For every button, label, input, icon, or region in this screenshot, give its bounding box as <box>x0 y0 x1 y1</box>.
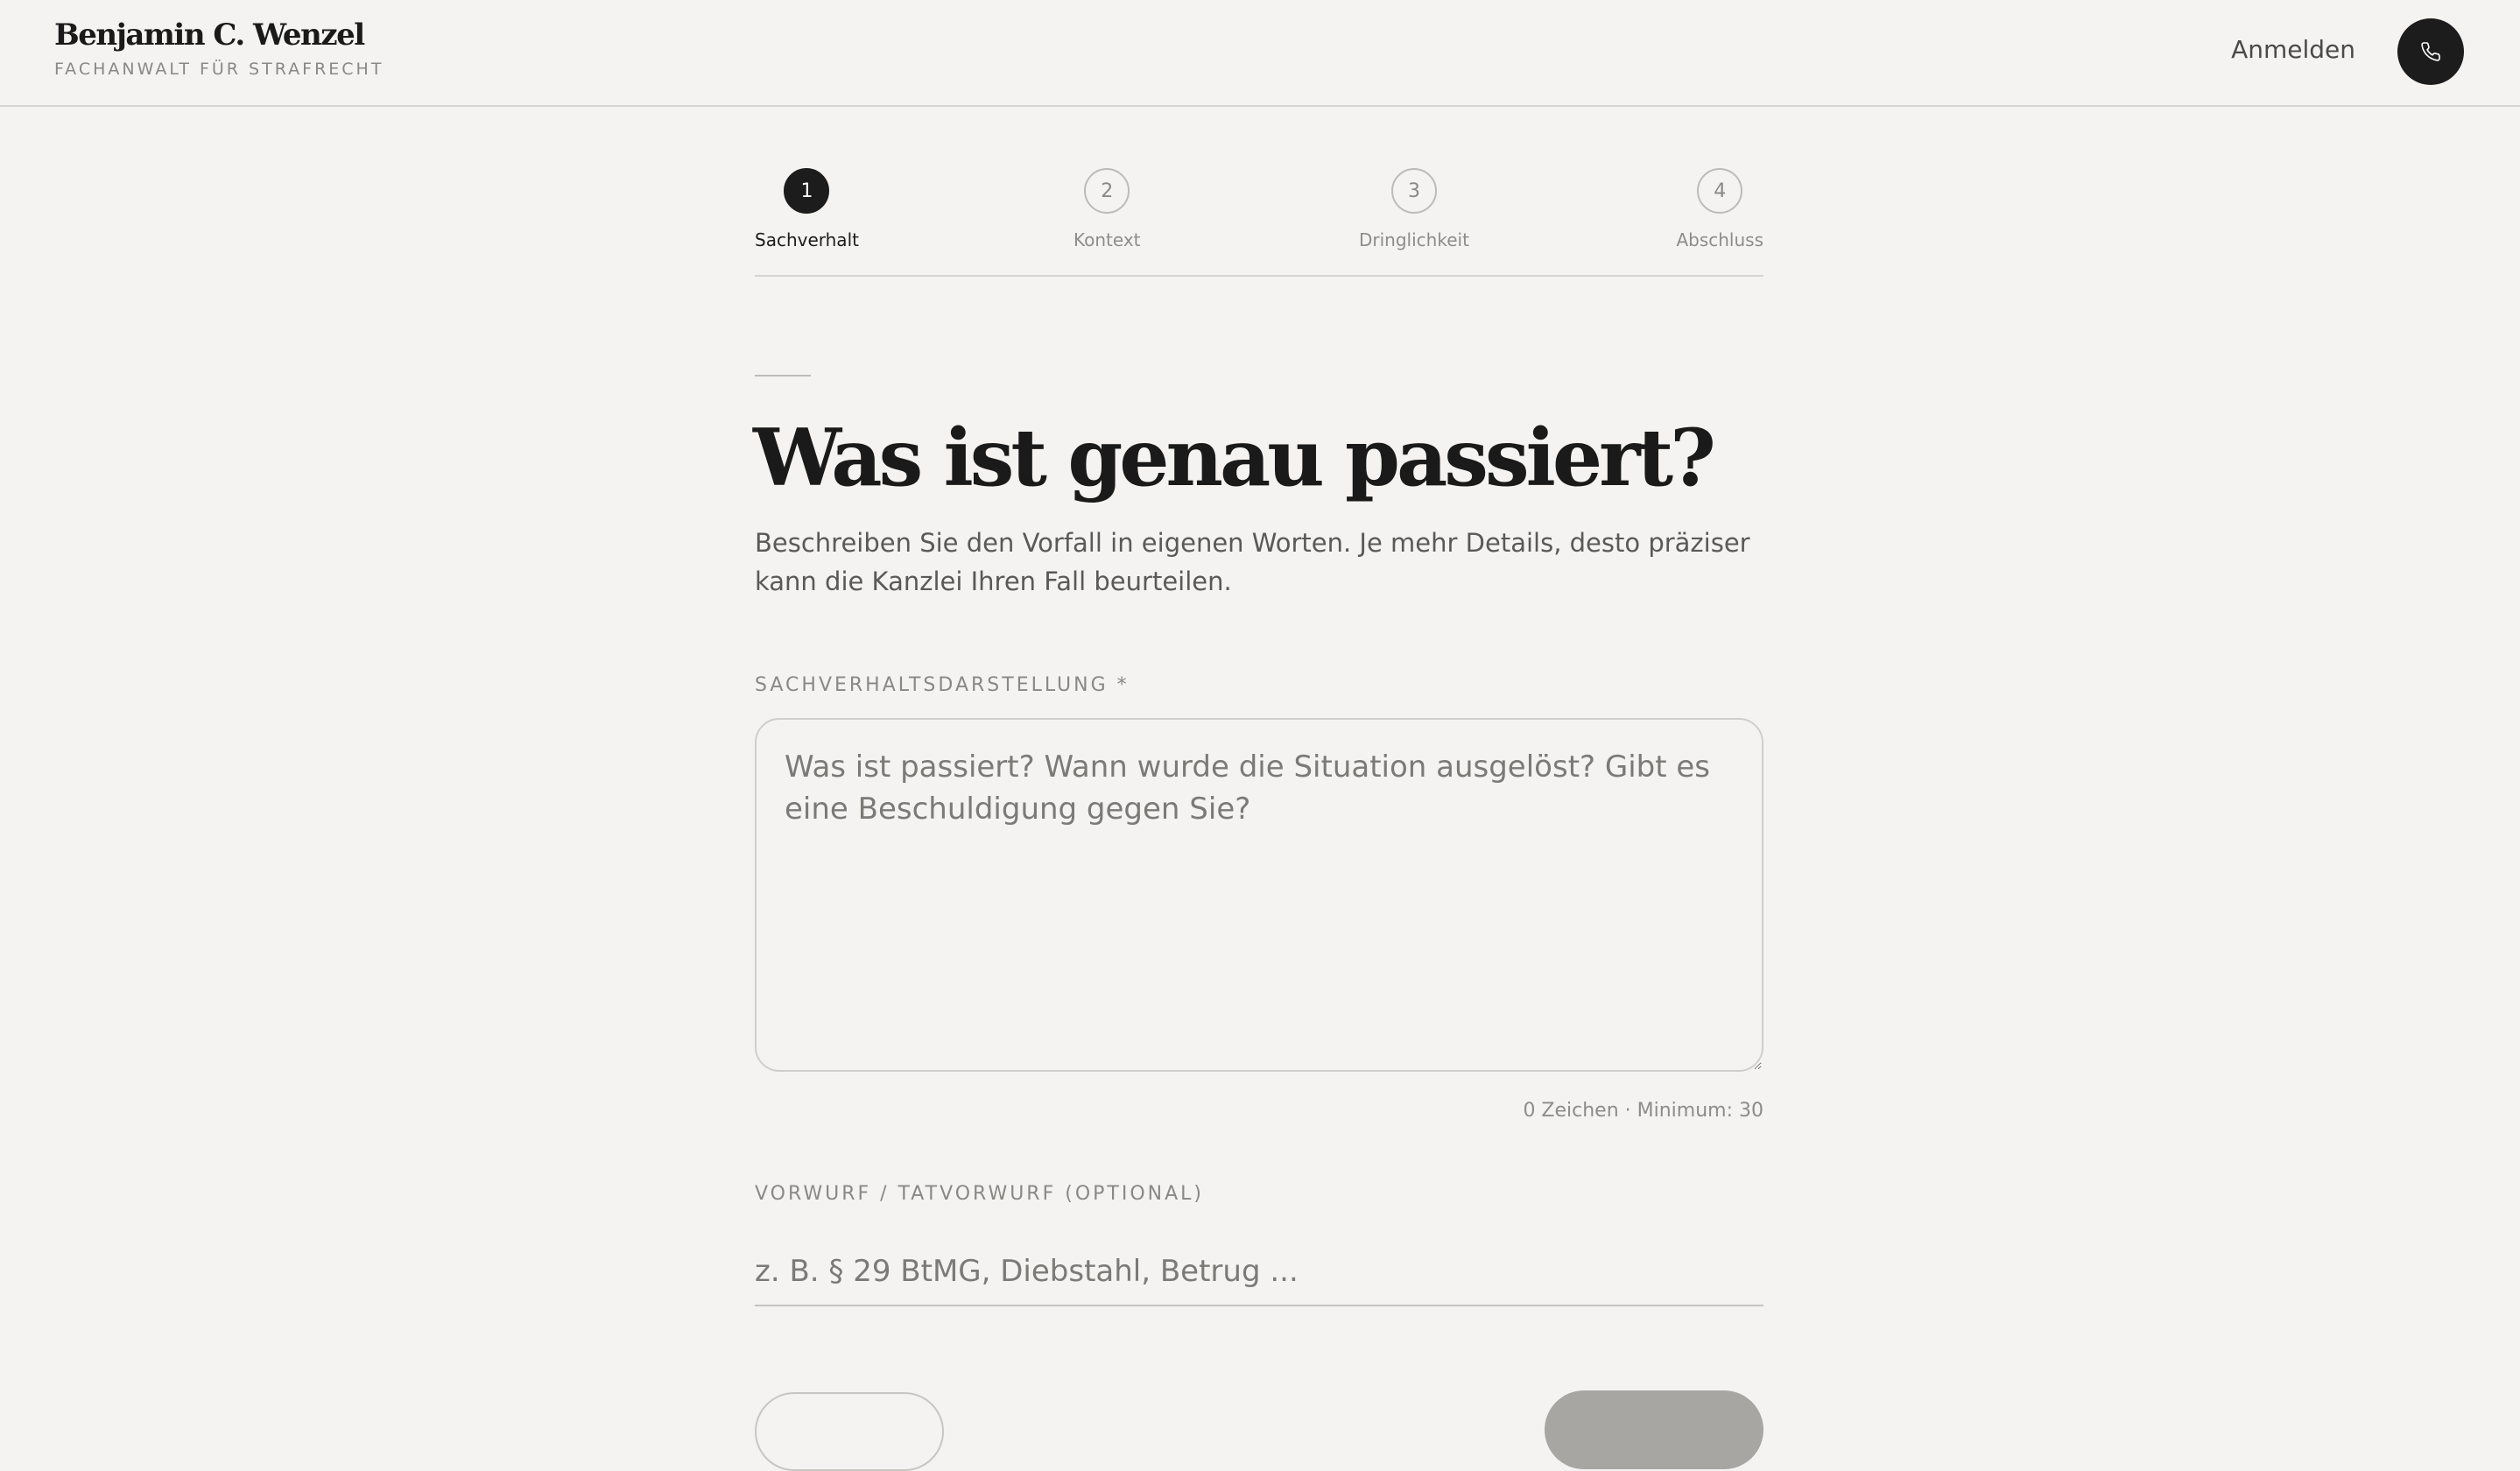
progress-stepper: 1 Sachverhalt 2 Kontext 3 Dringlichkeit … <box>755 168 1763 277</box>
step-label: Sachverhalt <box>755 229 859 250</box>
step-number: 1 <box>784 168 830 214</box>
statement-label: SACHVERHALTSDARSTELLUNG * <box>755 674 1130 696</box>
back-button[interactable] <box>755 1392 944 1471</box>
charge-input[interactable] <box>755 1238 1763 1306</box>
step-number: 4 <box>1697 168 1743 214</box>
step-dringlichkeit[interactable]: 3 Dringlichkeit <box>1359 168 1469 250</box>
statement-textarea[interactable] <box>755 718 1763 1072</box>
phone-button[interactable] <box>2397 18 2464 85</box>
step-label: Abschluss <box>1676 229 1763 250</box>
step-abschluss[interactable]: 4 Abschluss <box>1676 168 1763 250</box>
step-number: 2 <box>1084 168 1130 214</box>
step-label: Kontext <box>1073 229 1141 250</box>
brand-subtitle: FACHANWALT FÜR STRAFRECHT <box>54 60 384 79</box>
charge-label: VORWURF / TATVORWURF (OPTIONAL) <box>755 1183 1204 1205</box>
login-link[interactable]: Anmelden <box>2231 35 2355 64</box>
site-header: Benjamin C. Wenzel FACHANWALT FÜR STRAFR… <box>0 0 2520 107</box>
step-sachverhalt[interactable]: 1 Sachverhalt <box>755 168 859 250</box>
phone-icon <box>2421 42 2440 61</box>
page-title: Was ist genau passiert? <box>753 412 1716 504</box>
step-kontext[interactable]: 2 Kontext <box>1073 168 1141 250</box>
char-counter: 0 Zeichen · Minimum: 30 <box>1523 1100 1763 1122</box>
page-description: Beschreiben Sie den Vorfall in eigenen W… <box>755 528 1750 596</box>
step-number: 3 <box>1390 168 1437 214</box>
brand-name[interactable]: Benjamin C. Wenzel <box>54 18 365 53</box>
next-button[interactable] <box>1545 1390 1763 1469</box>
step-label: Dringlichkeit <box>1359 229 1469 250</box>
section-divider <box>755 375 811 377</box>
